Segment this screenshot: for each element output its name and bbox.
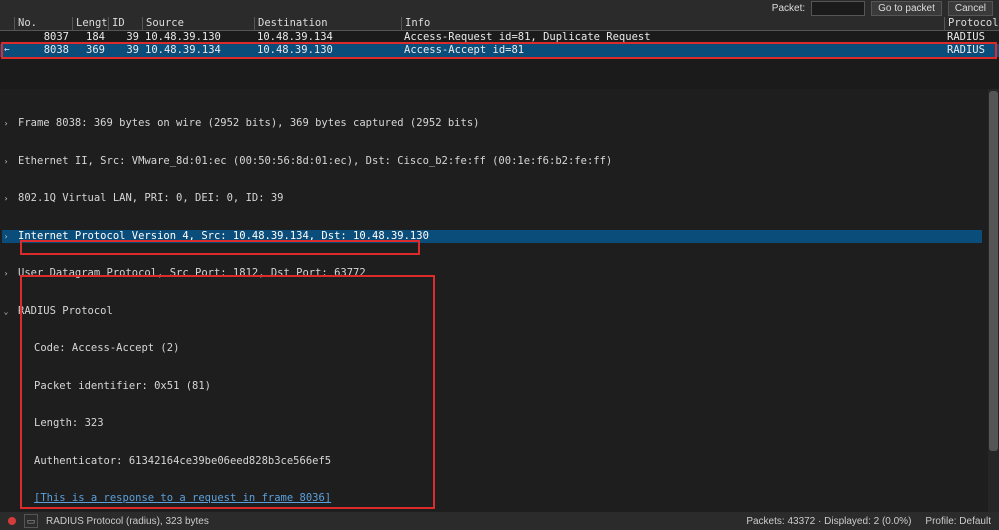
status-packets: Packets: 43372 · Displayed: 2 (0.0%) [746, 515, 911, 528]
tree-ip[interactable]: Internet Protocol Version 4, Src: 10.48.… [10, 230, 429, 242]
packet-row-selected[interactable]: ← 8038 369 39 10.48.39.134 10.48.39.130 … [0, 44, 999, 57]
col-id[interactable]: ID [108, 17, 142, 30]
scrollbar[interactable] [988, 89, 999, 512]
col-expand[interactable] [0, 17, 14, 30]
tree-radius-length[interactable]: Length: 323 [10, 417, 104, 430]
packet-go-toolbar: Packet: Go to packet Cancel [0, 0, 999, 17]
expander-icon[interactable]: › [2, 155, 10, 168]
expander-icon[interactable]: › [2, 117, 10, 130]
status-bar: ▭ RADIUS Protocol (radius), 323 bytes Pa… [0, 512, 999, 530]
related-arrow [0, 31, 14, 44]
tree-frame[interactable]: Frame 8038: 369 bytes on wire (2952 bits… [10, 117, 479, 130]
cell-info: Access-Accept id=81 [401, 44, 944, 57]
cell-destination: 10.48.39.134 [254, 31, 401, 44]
packet-number-input[interactable] [811, 1, 865, 16]
tree-ethernet[interactable]: Ethernet II, Src: VMware_8d:01:ec (00:50… [10, 155, 612, 168]
packet-label: Packet: [772, 2, 805, 15]
tree-vlan[interactable]: 802.1Q Virtual LAN, PRI: 0, DEI: 0, ID: … [10, 192, 284, 205]
cell-info: Access-Request id=81, Duplicate Request [401, 31, 944, 44]
tree-udp[interactable]: User Datagram Protocol, Src Port: 1812, … [10, 267, 366, 280]
go-to-packet-button[interactable]: Go to packet [871, 1, 942, 16]
col-source[interactable]: Source [142, 17, 254, 30]
cell-no: 8037 [14, 31, 72, 44]
cancel-button[interactable]: Cancel [948, 1, 993, 16]
packet-details-pane[interactable]: ›Frame 8038: 369 bytes on wire (2952 bit… [0, 89, 999, 512]
col-length[interactable]: Length [72, 17, 108, 30]
cell-id: 39 [108, 44, 142, 57]
cell-source: 10.48.39.134 [142, 44, 254, 57]
tree-radius[interactable]: RADIUS Protocol [10, 305, 113, 318]
col-destination[interactable]: Destination [254, 17, 401, 30]
packet-row[interactable]: 8037 184 39 10.48.39.130 10.48.39.134 Ac… [0, 31, 999, 44]
cell-id: 39 [108, 31, 142, 44]
packet-list[interactable]: 8037 184 39 10.48.39.130 10.48.39.134 Ac… [0, 31, 999, 90]
cell-no: 8038 [14, 44, 72, 57]
expander-icon[interactable]: › [2, 192, 10, 205]
tree-radius-pid[interactable]: Packet identifier: 0x51 (81) [10, 380, 211, 393]
expander-icon[interactable]: › [2, 267, 10, 280]
cell-source: 10.48.39.130 [142, 31, 254, 44]
expander-icon[interactable]: › [2, 230, 10, 243]
cell-destination: 10.48.39.130 [254, 44, 401, 57]
cell-protocol: RADIUS [944, 31, 999, 44]
field-help-icon[interactable]: ▭ [24, 514, 38, 528]
cell-length: 184 [72, 31, 108, 44]
packet-list-header: No. Length ID Source Destination Info Pr… [0, 17, 999, 31]
tree-radius-auth[interactable]: Authenticator: 61342164ce39be06eed828b3c… [10, 455, 331, 468]
related-arrow: ← [0, 44, 14, 57]
tree-response-link[interactable]: [This is a response to a request in fram… [10, 492, 331, 505]
col-no[interactable]: No. [14, 17, 72, 30]
col-info[interactable]: Info [401, 17, 944, 30]
col-protocol[interactable]: Protocol [944, 17, 999, 30]
status-profile[interactable]: Profile: Default [925, 515, 991, 528]
cell-protocol: RADIUS [944, 44, 999, 57]
cell-length: 369 [72, 44, 108, 57]
expert-info-icon[interactable] [8, 517, 16, 525]
tree-radius-code[interactable]: Code: Access-Accept (2) [10, 342, 179, 355]
status-field-info: RADIUS Protocol (radius), 323 bytes [46, 515, 209, 528]
scrollbar-thumb[interactable] [989, 91, 998, 451]
expander-icon[interactable]: ⌄ [2, 305, 10, 318]
